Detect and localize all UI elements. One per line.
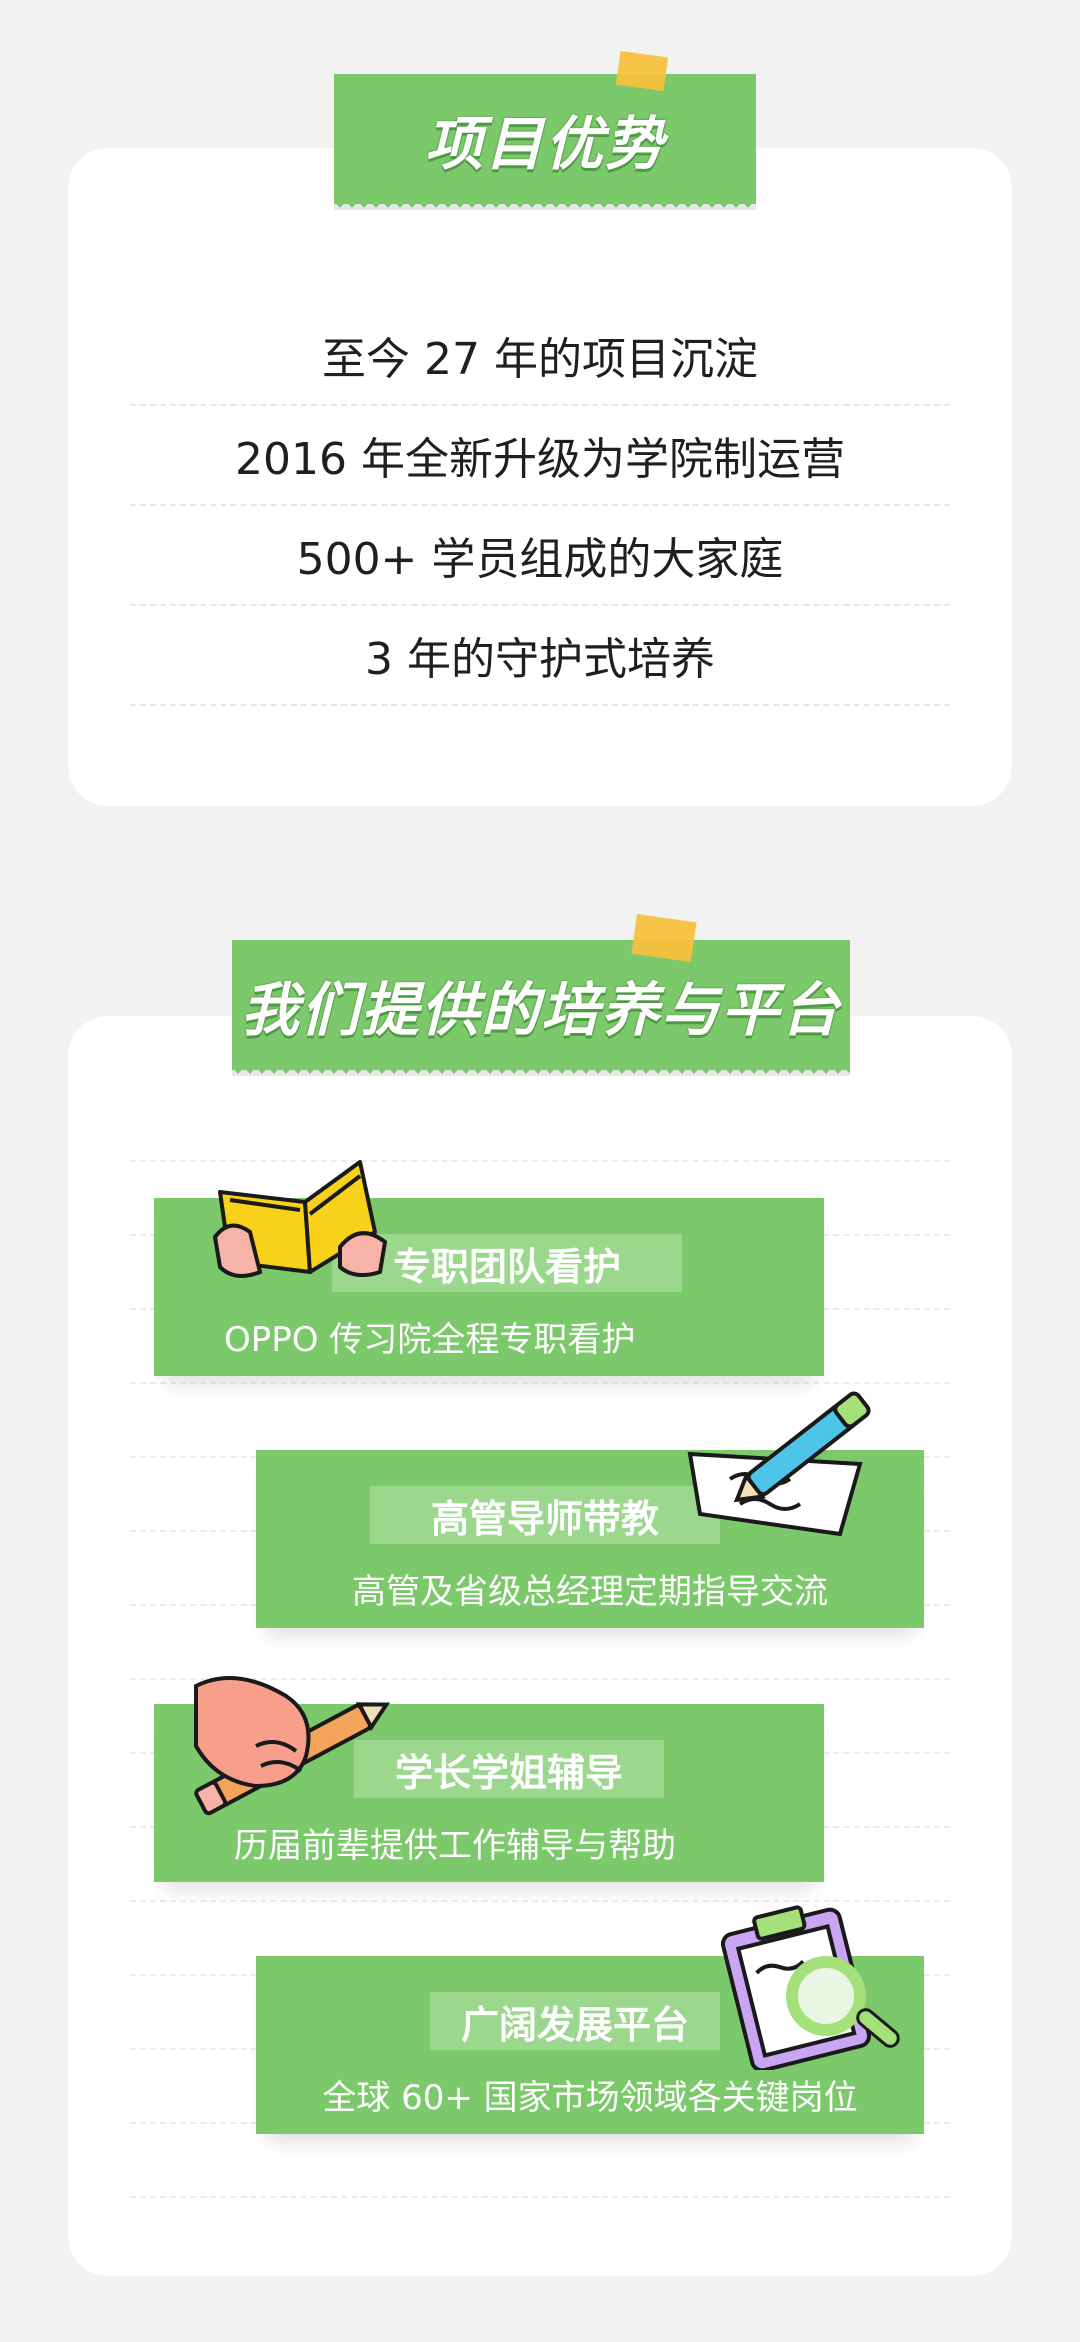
advantage-item: 2016 年全新升级为学院制运营 [130,406,950,506]
advantages-banner: 项目优势 [334,74,756,214]
book-icon [212,1160,388,1278]
training-banner: 我们提供的培养与平台 [232,940,850,1080]
hand-pencil-icon [194,1676,391,1816]
feature-title: 高管导师带教 [370,1486,720,1544]
feature-desc: 全球 60+ 国家市场领域各关键岗位 [322,2078,858,2118]
pen-paper-icon [687,1391,871,1537]
divider [130,2196,950,2198]
clipboard-magnifier-icon [720,1905,900,2070]
advantage-item: 3 年的守护式培养 [130,606,950,706]
advantages-title: 项目优势 [424,110,665,178]
advantage-item: 500+ 学员组成的大家庭 [130,506,950,606]
advantages-list: 至今 27 年的项目沉淀 2016 年全新升级为学院制运营 500+ 学员组成的… [130,306,950,706]
feature-desc: 高管及省级总经理定期指导交流 [352,1572,828,1612]
training-title: 我们提供的培养与平台 [240,976,841,1044]
tape-decoration [615,50,669,92]
feature-title: 广阔发展平台 [430,1992,720,2050]
advantage-item: 至今 27 年的项目沉淀 [130,306,950,406]
feature-desc: OPPO 传习院全程专职看护 [224,1320,636,1360]
tape-decoration [631,914,697,962]
